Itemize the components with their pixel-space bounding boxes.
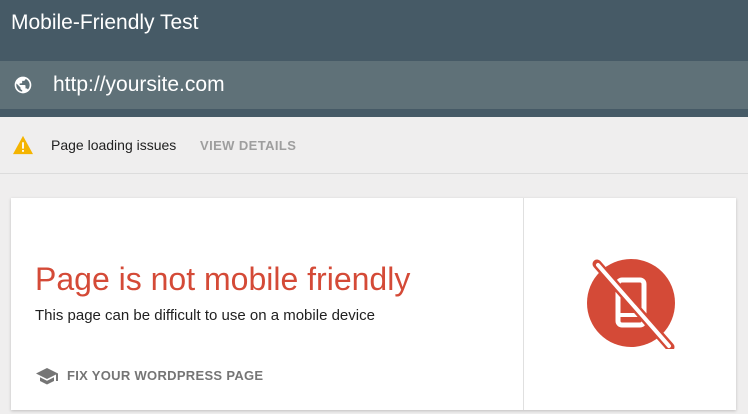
result-title: Page is not mobile friendly bbox=[35, 261, 411, 297]
result-subtitle: This page can be difficult to use on a m… bbox=[35, 307, 375, 324]
app-header: Mobile-Friendly Test http://yoursite.com bbox=[0, 0, 748, 117]
url-input[interactable]: http://yoursite.com bbox=[53, 72, 225, 98]
fix-link-label: FIX YOUR WORDPRESS PAGE bbox=[67, 368, 264, 383]
warning-icon bbox=[13, 135, 33, 155]
card-divider bbox=[523, 198, 524, 410]
page-loading-issues-bar: Page loading issues VIEW DETAILS bbox=[0, 117, 748, 174]
url-bar[interactable]: http://yoursite.com bbox=[0, 61, 748, 109]
app-title: Mobile-Friendly Test bbox=[11, 11, 199, 34]
result-card: Page is not mobile friendly This page ca… bbox=[11, 198, 736, 410]
globe-icon bbox=[14, 76, 32, 94]
issues-text: Page loading issues bbox=[51, 137, 177, 153]
view-details-button[interactable]: VIEW DETAILS bbox=[200, 137, 296, 155]
not-mobile-friendly-icon bbox=[587, 259, 675, 349]
graduation-cap-icon bbox=[36, 368, 58, 385]
